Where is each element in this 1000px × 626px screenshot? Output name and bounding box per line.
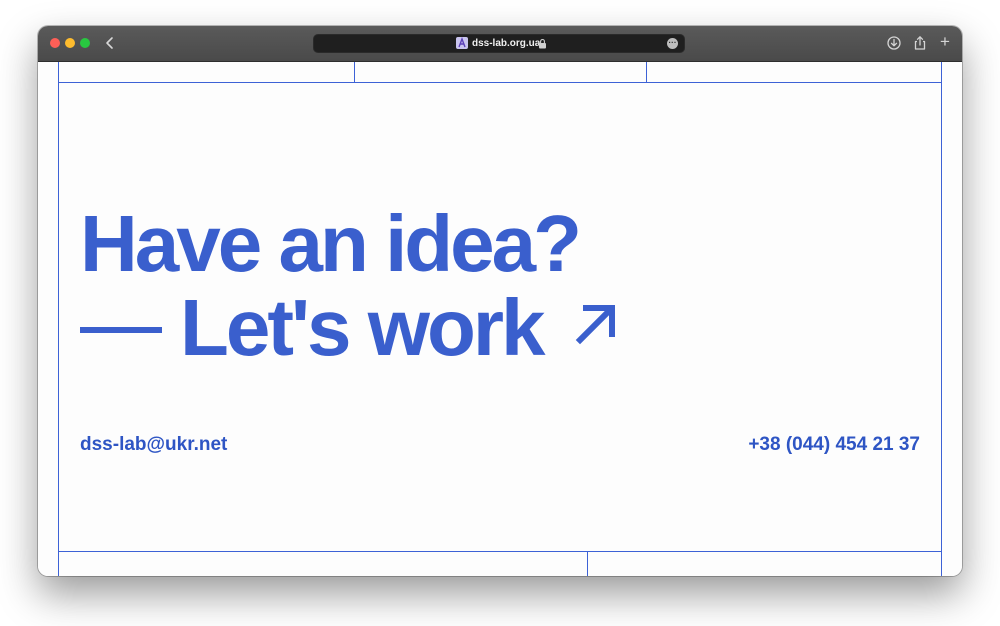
grid-line-top — [58, 82, 942, 83]
chevron-left-icon — [106, 37, 113, 49]
hero-line-2: Let's work — [180, 283, 545, 372]
close-window-button[interactable] — [50, 38, 60, 48]
lock-icon — [539, 38, 546, 49]
grid-divider-top-1 — [354, 62, 355, 83]
address-bar[interactable]: dss-lab.org.ua ··· — [313, 34, 685, 53]
hero-headline: Have an idea? Let's work — [80, 202, 620, 370]
url-text: dss-lab.org.ua — [472, 38, 541, 49]
grid-line-left — [58, 62, 59, 576]
share-icon[interactable] — [912, 35, 928, 51]
browser-toolbar: dss-lab.org.ua ··· + — [38, 26, 962, 62]
site-favicon-icon — [456, 37, 468, 49]
screenshot-stage: dss-lab.org.ua ··· + Have an idea? Let's… — [0, 0, 1000, 626]
back-button[interactable] — [100, 33, 120, 53]
grid-divider-bottom — [587, 551, 588, 576]
hero-line-1: Have an idea? — [80, 199, 582, 288]
download-icon[interactable] — [886, 35, 902, 51]
browser-window: dss-lab.org.ua ··· + Have an idea? Let's… — [38, 26, 962, 576]
grid-line-right — [941, 62, 942, 576]
phone-link[interactable]: +38 (044) 454 21 37 — [748, 434, 920, 456]
arrow-up-right-icon — [576, 305, 616, 345]
page-content: Have an idea? Let's work dss-lab@ukr.net… — [38, 62, 962, 576]
grid-divider-top-2 — [646, 62, 647, 83]
zoom-window-button[interactable] — [80, 38, 90, 48]
hero-line-2-wrap[interactable]: Let's work — [80, 286, 620, 370]
minimize-window-button[interactable] — [65, 38, 75, 48]
page-menu-button[interactable]: ··· — [667, 38, 678, 49]
em-dash-bar — [80, 326, 162, 333]
grid-line-bottom — [58, 551, 942, 552]
email-link[interactable]: dss-lab@ukr.net — [80, 434, 227, 456]
plus-icon[interactable]: + — [937, 33, 953, 50]
